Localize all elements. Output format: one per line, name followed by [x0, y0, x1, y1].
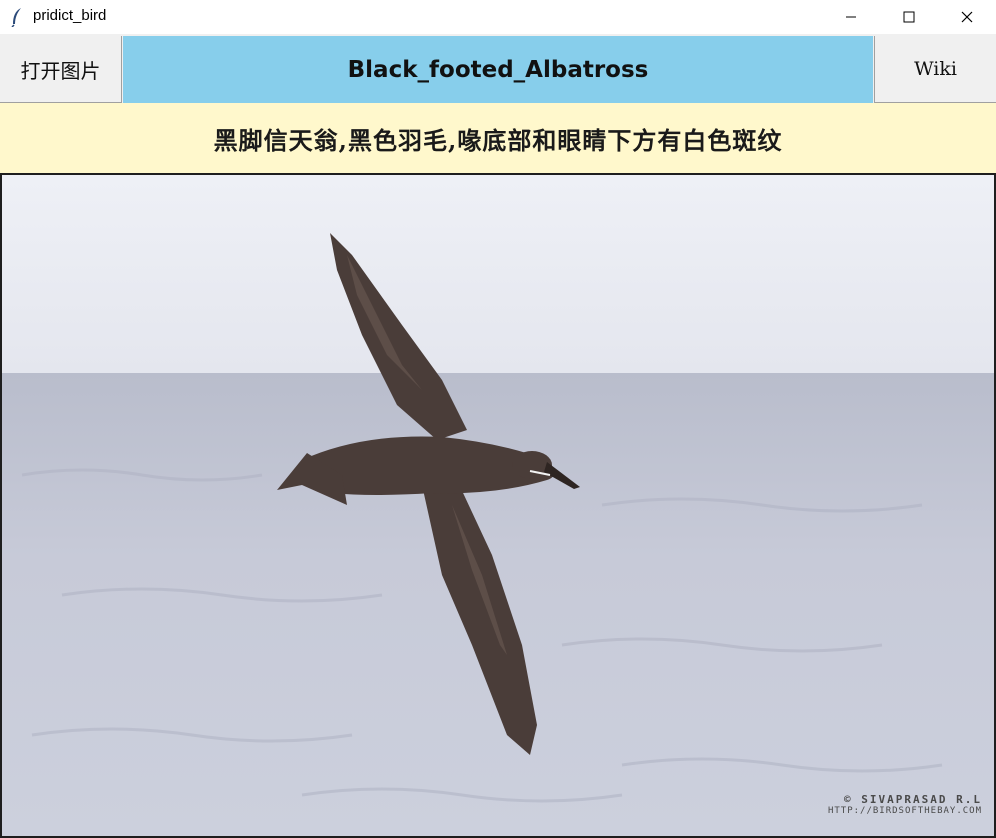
- image-panel: © SIVAPRASAD R.L HTTP://BIRDSOFTHEBAY.CO…: [0, 173, 996, 838]
- close-button[interactable]: [938, 0, 996, 34]
- minimize-button[interactable]: [822, 0, 880, 34]
- wiki-button[interactable]: Wiki: [874, 36, 996, 103]
- toolbar: 打开图片 Black_footed_Albatross Wiki: [0, 36, 996, 103]
- minimize-icon: [846, 16, 856, 18]
- feather-app-icon: [11, 8, 21, 27]
- window-title: pridict_bird: [33, 7, 107, 24]
- species-description: 黑脚信天翁,黑色羽毛,喙底部和眼睛下方有白色斑纹: [0, 103, 996, 173]
- open-image-button[interactable]: 打开图片: [0, 36, 122, 103]
- title-bar: pridict_bird: [0, 0, 996, 34]
- maximize-button[interactable]: [880, 0, 938, 34]
- credit-author: © SIVAPRASAD R.L: [844, 793, 982, 806]
- bird-photo: [2, 175, 994, 836]
- photo-credit: © SIVAPRASAD R.L HTTP://BIRDSOFTHEBAY.CO…: [828, 793, 982, 816]
- close-icon: [961, 11, 973, 23]
- species-label: Black_footed_Albatross: [123, 36, 873, 103]
- credit-url: HTTP://BIRDSOFTHEBAY.COM: [827, 806, 982, 816]
- maximize-icon: [903, 11, 915, 23]
